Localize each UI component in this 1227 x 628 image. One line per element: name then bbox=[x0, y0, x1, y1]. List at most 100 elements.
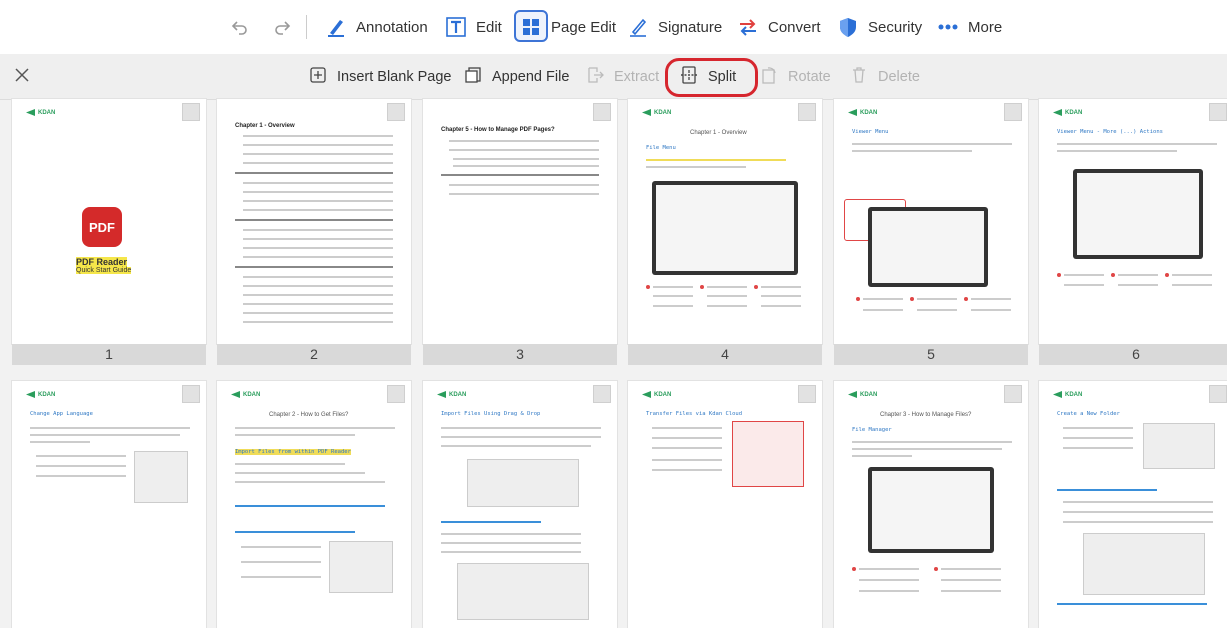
page-thumbnail[interactable]: KDAN Viewer Menu - More (...) Actions bbox=[1039, 99, 1227, 344]
split-highlight-annotation bbox=[665, 58, 758, 97]
page-text: Chapter 2 - How to Get Files? bbox=[269, 412, 349, 418]
page-edit-tab[interactable]: Page Edit bbox=[519, 0, 616, 54]
redo-button[interactable] bbox=[270, 0, 294, 54]
text-line bbox=[449, 149, 599, 151]
signature-tab[interactable]: Signature bbox=[626, 0, 722, 54]
page-thumbnail[interactable]: KDAN Chapter 2 - How to Get Files? Impor… bbox=[217, 381, 411, 628]
edit-tab[interactable]: Edit bbox=[444, 0, 502, 54]
text-line bbox=[453, 158, 599, 160]
text-line bbox=[453, 165, 599, 167]
text-line bbox=[243, 312, 393, 314]
kdan-logo: KDAN bbox=[26, 391, 55, 398]
text-line bbox=[1063, 447, 1133, 449]
annotation-tab[interactable]: Annotation bbox=[324, 0, 428, 54]
text-line bbox=[761, 305, 801, 307]
page-select-checkbox[interactable] bbox=[1004, 385, 1022, 403]
text-line bbox=[863, 309, 903, 311]
page-select-checkbox[interactable] bbox=[798, 103, 816, 121]
text-line bbox=[707, 295, 747, 297]
bullet-dot bbox=[1111, 273, 1115, 277]
insert-blank-page-button[interactable]: Insert Blank Page bbox=[309, 54, 451, 99]
page-thumbnail[interactable]: KDAN Chapter 3 - How to Manage Files? Fi… bbox=[834, 381, 1028, 628]
text-line bbox=[852, 143, 1012, 145]
text-line bbox=[243, 162, 393, 164]
page-select-checkbox[interactable] bbox=[182, 385, 200, 403]
main-toolbar: Annotation Edit Page Edit Signature Conv… bbox=[0, 0, 1227, 55]
text-line bbox=[441, 542, 581, 544]
page-select-checkbox[interactable] bbox=[1004, 103, 1022, 121]
page-select-checkbox[interactable] bbox=[593, 385, 611, 403]
kdan-logo: KDAN bbox=[1053, 391, 1082, 398]
page-thumbnail[interactable]: KDAN Viewer Menu bbox=[834, 99, 1028, 344]
convert-label: Convert bbox=[768, 18, 821, 36]
text-line bbox=[1063, 521, 1213, 523]
append-file-button[interactable]: Append File bbox=[464, 54, 569, 99]
page-edit-toolbar: Insert Blank Page Append File Extract Sp… bbox=[0, 54, 1227, 100]
kdan-logo: KDAN bbox=[1053, 109, 1082, 116]
kdan-logo: KDAN bbox=[231, 391, 260, 398]
bullet-dot bbox=[700, 285, 704, 289]
page-select-checkbox[interactable] bbox=[1209, 385, 1227, 403]
text-line bbox=[235, 219, 393, 221]
page-thumbnail[interactable]: KDAN Change App Language bbox=[12, 381, 206, 628]
text-line bbox=[235, 463, 345, 465]
page-thumbnail[interactable]: KDAN PDF PDF Reader Quick Start Guide bbox=[12, 99, 206, 344]
append-file-icon bbox=[464, 66, 482, 88]
page-thumbnail[interactable]: KDAN Import Files Using Drag & Drop bbox=[423, 381, 617, 628]
page-thumbnail[interactable]: KDAN Create a New Folder bbox=[1039, 381, 1227, 628]
text-line bbox=[441, 445, 591, 447]
page-select-checkbox[interactable] bbox=[387, 103, 405, 121]
rotate-button[interactable]: Rotate bbox=[760, 54, 831, 99]
text-line bbox=[761, 286, 801, 288]
page-thumbnail[interactable]: Chapter 5 - How to Manage PDF Pages? bbox=[423, 99, 617, 344]
text-line bbox=[852, 441, 1012, 443]
text-line bbox=[652, 447, 722, 449]
text-line bbox=[243, 285, 393, 287]
text-line bbox=[243, 144, 393, 146]
text-line bbox=[235, 172, 393, 174]
text-line bbox=[1063, 501, 1213, 503]
page-number: 3 bbox=[423, 344, 617, 365]
text-line bbox=[30, 427, 190, 429]
text-line bbox=[441, 533, 581, 535]
page-thumbnail[interactable]: KDAN Transfer Files via Kdan Cloud bbox=[628, 381, 822, 628]
text-line bbox=[243, 135, 393, 137]
text-line bbox=[1118, 274, 1158, 276]
extract-button[interactable]: Extract bbox=[586, 54, 659, 99]
delete-button[interactable]: Delete bbox=[850, 54, 920, 99]
page-number: 4 bbox=[628, 344, 822, 365]
page-select-checkbox[interactable] bbox=[182, 103, 200, 121]
text-line bbox=[863, 298, 903, 300]
close-button[interactable] bbox=[14, 54, 30, 99]
text-line bbox=[243, 200, 393, 202]
text-line bbox=[36, 455, 126, 457]
undo-button[interactable] bbox=[228, 0, 252, 54]
redo-icon bbox=[270, 15, 294, 39]
text-line bbox=[652, 427, 722, 429]
page-thumbnail[interactable]: KDAN Chapter 1 - Overview File Menu bbox=[628, 99, 822, 344]
bullet-dot bbox=[1165, 273, 1169, 277]
page-select-checkbox[interactable] bbox=[387, 385, 405, 403]
kdan-cloud-screenshot bbox=[732, 421, 804, 487]
kdan-logo: KDAN bbox=[26, 109, 55, 116]
text-line bbox=[971, 309, 1011, 311]
text-line bbox=[941, 579, 1001, 581]
page-select-checkbox[interactable] bbox=[798, 385, 816, 403]
text-line bbox=[441, 436, 601, 438]
text-line bbox=[1118, 284, 1158, 286]
laptop-screenshot bbox=[868, 207, 988, 287]
text-line bbox=[441, 174, 599, 176]
shield-icon bbox=[836, 15, 860, 39]
text-line bbox=[917, 298, 957, 300]
convert-tab[interactable]: Convert bbox=[736, 0, 821, 54]
text-line bbox=[243, 321, 393, 323]
page-thumbnail[interactable]: Chapter 1 - Overview bbox=[217, 99, 411, 344]
text-line bbox=[761, 295, 801, 297]
security-tab[interactable]: Security bbox=[836, 0, 922, 54]
more-tab[interactable]: More bbox=[936, 0, 1002, 54]
text-line bbox=[941, 590, 1001, 592]
bullet-dot bbox=[646, 285, 650, 289]
page-select-checkbox[interactable] bbox=[593, 103, 611, 121]
page-select-checkbox[interactable] bbox=[1209, 103, 1227, 121]
text-line bbox=[1063, 427, 1133, 429]
